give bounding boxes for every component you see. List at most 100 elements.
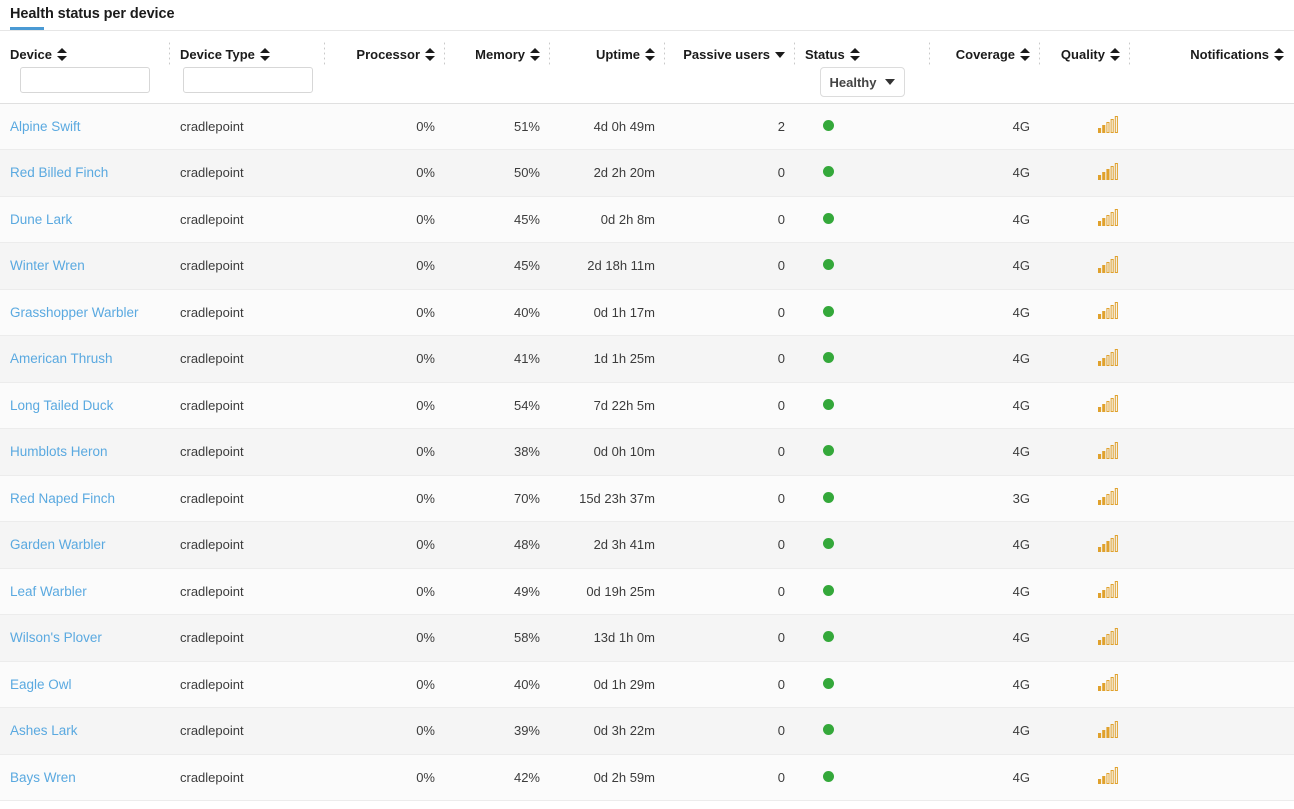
sort-both-icon[interactable] [259, 47, 270, 61]
column-header-inner-status[interactable]: Status [795, 31, 930, 65]
sort-both-icon[interactable] [1274, 47, 1284, 61]
table-row[interactable]: Leaf Warbler cradlepoint 0% 49% 0d 19h 25m 0 4… [0, 568, 1294, 615]
device-link[interactable]: Alpine Swift [10, 119, 81, 134]
cell-device-type: cradlepoint [170, 335, 325, 383]
sort-descending-icon[interactable] [775, 48, 785, 61]
status-filter-select[interactable]: Healthy [819, 67, 906, 97]
device-link[interactable]: Eagle Owl [10, 677, 72, 692]
filter-input-device[interactable] [20, 67, 150, 93]
status-healthy-icon [823, 305, 834, 317]
table-row[interactable]: Wilson's Plover cradlepoint 0% 58% 13d 1h 0m… [0, 614, 1294, 662]
device-link[interactable]: Grasshopper Warbler [10, 305, 139, 320]
device-link[interactable]: Humblots Heron [10, 444, 108, 459]
column-header-inner-coverage[interactable]: Coverage [930, 31, 1040, 65]
cell-device-type: cradlepoint [170, 707, 325, 755]
cell-notifications [1130, 661, 1294, 708]
cell-device: Grasshopper Warbler [0, 289, 170, 336]
cell-quality [1040, 335, 1130, 383]
cell-passive-users: 0 [665, 149, 795, 197]
table-row[interactable]: Humblots Heron cradlepoint 0% 38% 0d 0h 10m 0… [0, 428, 1294, 476]
sort-both-icon[interactable] [1020, 47, 1030, 61]
device-link[interactable]: Dune Lark [10, 212, 72, 227]
column-header-passive_users[interactable]: Passive users [665, 31, 798, 104]
cell-quality [1040, 242, 1130, 290]
table-row[interactable]: Bays Wren cradlepoint 0% 42% 0d 2h 59m 0 4G [0, 754, 1294, 801]
column-header-inner-uptime[interactable]: Uptime [550, 31, 665, 65]
cell-device: Leaf Warbler [0, 568, 170, 615]
column-header-inner-notifications[interactable]: Notifications [1130, 31, 1294, 65]
filter-slot-coverage [930, 65, 1040, 101]
cell-processor: 0% [325, 754, 445, 801]
table-row[interactable]: American Thrush cradlepoint 0% 41% 1d 1h 25m… [0, 335, 1294, 383]
device-link[interactable]: Red Billed Finch [10, 165, 108, 180]
status-healthy-icon [823, 352, 834, 364]
device-link[interactable]: American Thrush [10, 351, 113, 366]
column-header-uptime[interactable]: Uptime [550, 31, 668, 104]
table-row[interactable]: Long Tailed Duck cradlepoint 0% 54% 7d 22h 5… [0, 382, 1294, 429]
column-header-processor[interactable]: Processor [325, 31, 448, 104]
column-header-inner-device_type[interactable]: Device Type [170, 31, 325, 65]
device-link[interactable]: Wilson's Plover [10, 630, 102, 645]
column-header-inner-quality[interactable]: Quality [1040, 31, 1130, 65]
sort-both-icon[interactable] [56, 47, 67, 61]
cell-memory: 45% [445, 242, 550, 290]
column-header-inner-passive_users[interactable]: Passive users [665, 31, 795, 65]
column-header-inner-device[interactable]: Device [0, 31, 170, 65]
table-row[interactable]: Eagle Owl cradlepoint 0% 40% 0d 1h 29m 0 4G [0, 661, 1294, 708]
status-healthy-icon [823, 212, 834, 224]
cell-status [795, 707, 930, 755]
sort-both-icon[interactable] [645, 47, 655, 61]
table-scroll-region[interactable]: Device Device Type Processor Memory Uptime Pa… [0, 31, 1294, 809]
cell-processor: 0% [325, 614, 445, 662]
column-header-inner-memory[interactable]: Memory [445, 31, 550, 65]
device-link[interactable]: Long Tailed Duck [10, 398, 113, 413]
device-link[interactable]: Ashes Lark [10, 723, 78, 738]
cell-notifications [1130, 335, 1294, 383]
cell-processor: 0% [325, 428, 445, 476]
sort-both-icon[interactable] [530, 47, 540, 61]
filter-input-device_type[interactable] [182, 67, 313, 93]
cell-quality [1040, 382, 1130, 429]
cell-quality [1040, 475, 1130, 522]
device-link[interactable]: Winter Wren [10, 258, 85, 273]
column-header-device[interactable]: Device [0, 31, 173, 104]
column-header-label-device_type: Device Type [180, 46, 255, 62]
cell-uptime: 15d 23h 37m [550, 475, 665, 522]
sort-both-icon[interactable] [849, 47, 860, 61]
sort-both-icon[interactable] [425, 47, 435, 61]
cell-status [795, 661, 930, 708]
column-header-quality[interactable]: Quality [1040, 31, 1133, 104]
sort-both-icon[interactable] [1110, 47, 1120, 61]
device-link[interactable]: Garden Warbler [10, 537, 106, 552]
device-link[interactable]: Red Naped Finch [10, 491, 115, 506]
table-row[interactable]: Grasshopper Warbler cradlepoint 0% 40% 0d 1h… [0, 289, 1294, 336]
column-header-inner-processor[interactable]: Processor [325, 31, 445, 65]
table-row[interactable]: Red Naped Finch cradlepoint 0% 70% 15d 23h 3… [0, 475, 1294, 522]
column-header-coverage[interactable]: Coverage [930, 31, 1043, 104]
filter-slot-device [0, 65, 170, 101]
cell-status [795, 196, 930, 243]
device-link[interactable]: Bays Wren [10, 770, 76, 785]
column-header-label-coverage: Coverage [955, 46, 1015, 62]
status-healthy-icon [823, 770, 834, 782]
column-header-device_type[interactable]: Device Type [170, 31, 328, 104]
table-row[interactable]: Alpine Swift cradlepoint 0% 51% 4d 0h 49m 2 4G [0, 103, 1294, 150]
table-body: Alpine Swift cradlepoint 0% 51% 4d 0h 49m 2 4G… [0, 103, 1294, 801]
cell-memory: 39% [445, 707, 550, 755]
table-row[interactable]: Ashes Lark cradlepoint 0% 39% 0d 3h 22m 0 4G [0, 707, 1294, 755]
table-row[interactable]: Garden Warbler cradlepoint 0% 48% 2d 3h 41m 0… [0, 521, 1294, 569]
cell-memory: 58% [445, 614, 550, 662]
cell-uptime: 7d 22h 5m [550, 382, 665, 429]
column-header-memory[interactable]: Memory [445, 31, 553, 104]
column-header-status[interactable]: Status Healthy [795, 31, 933, 104]
cell-device-type: cradlepoint [170, 382, 325, 429]
cell-uptime: 0d 2h 59m [550, 754, 665, 801]
column-header-notifications[interactable]: Notifications [1130, 31, 1294, 104]
table-row[interactable]: Red Billed Finch cradlepoint 0% 50% 2d 2h 20… [0, 149, 1294, 197]
cell-passive-users: 0 [665, 242, 795, 290]
device-link[interactable]: Leaf Warbler [10, 584, 87, 599]
status-healthy-icon [823, 538, 834, 550]
table-row[interactable]: Winter Wren cradlepoint 0% 45% 2d 18h 11m 0 4G [0, 242, 1294, 290]
table-row[interactable]: Dune Lark cradlepoint 0% 45% 0d 2h 8m 0 4G [0, 196, 1294, 243]
cell-processor: 0% [325, 521, 445, 569]
